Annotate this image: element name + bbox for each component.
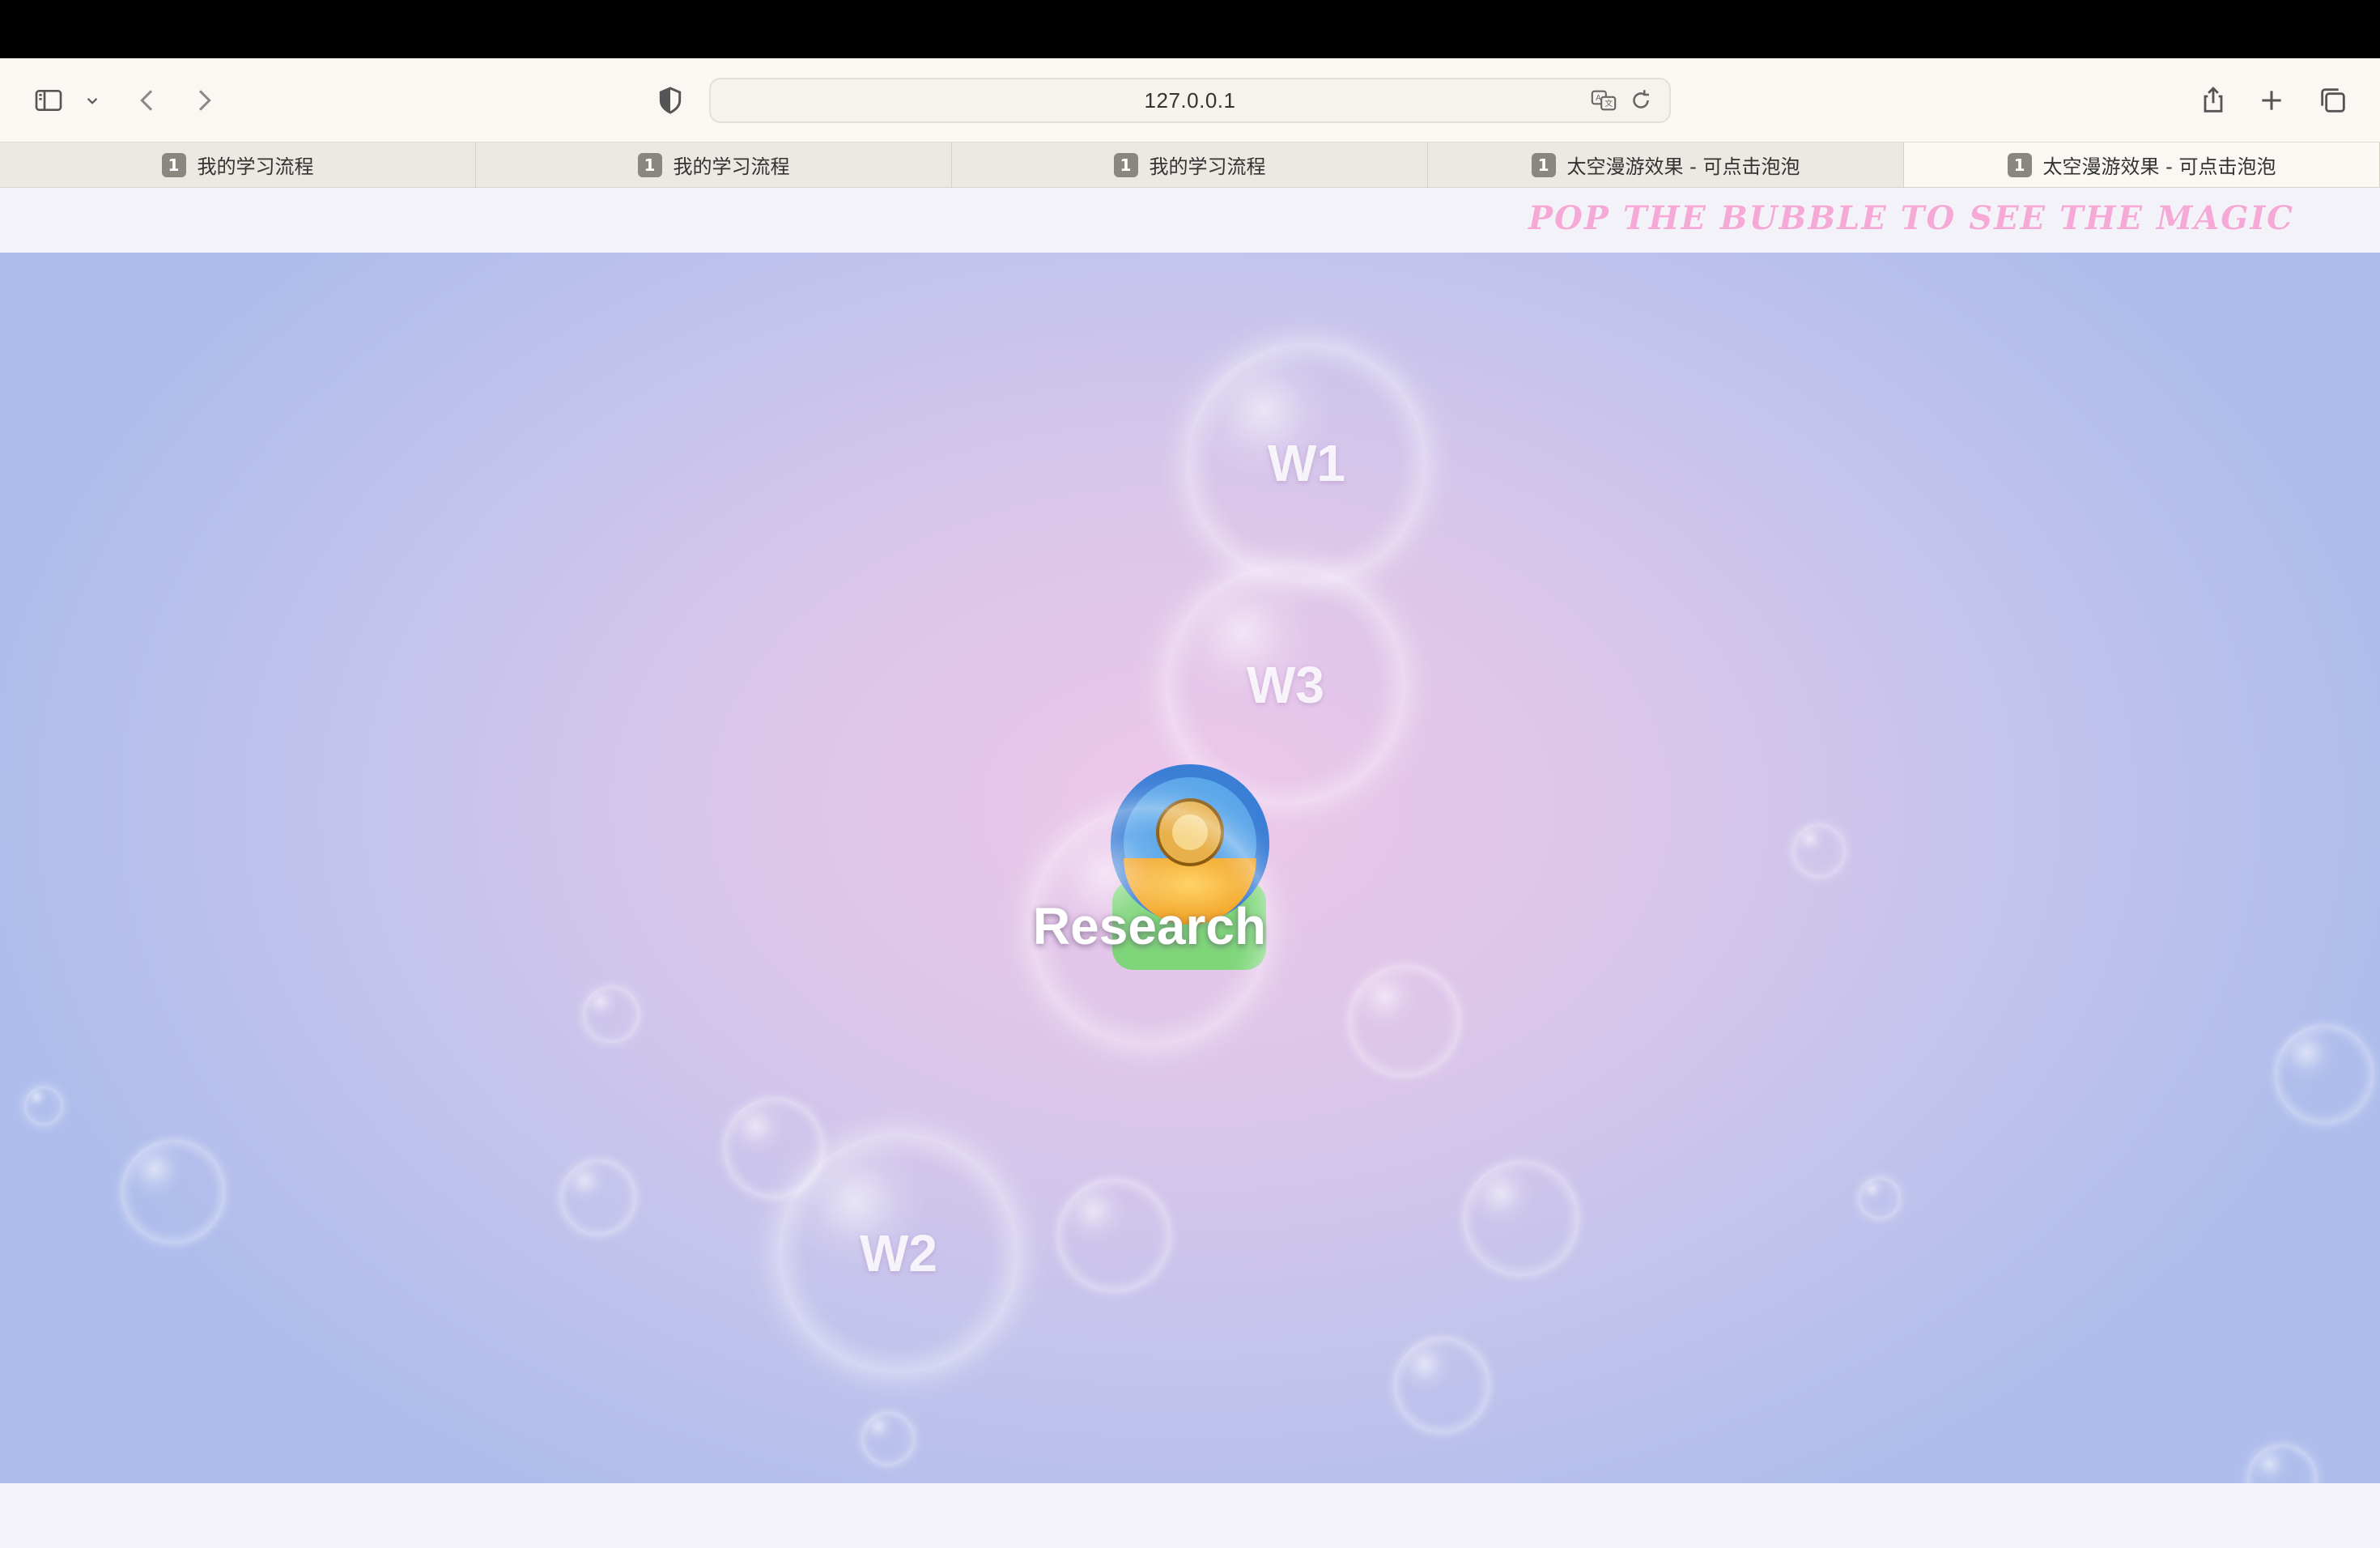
bubble-w2-label: W2 [860, 1224, 937, 1282]
tab-title: 我的学习流程 [1149, 155, 1266, 178]
page-header: POP THE BUBBLE TO SEE THE MAGIC [0, 188, 2380, 253]
tab-badge: 1 [637, 152, 662, 177]
small-bubble[interactable] [2275, 1025, 2374, 1124]
translate-icon[interactable]: A文 [1590, 87, 1617, 118]
share-icon[interactable] [2195, 83, 2231, 118]
tab-title: 太空漫游效果 - 可点击泡泡 [2042, 155, 2276, 178]
new-tab-icon[interactable] [2254, 83, 2289, 118]
svg-text:文: 文 [1604, 98, 1613, 108]
svg-text:A: A [1596, 94, 1601, 103]
tab-title: 我的学习流程 [197, 155, 314, 178]
small-bubble[interactable] [24, 1087, 63, 1125]
tab-bar: 1 我的学习流程 1 我的学习流程 1 我的学习流程 1 太空漫游效果 - 可点… [0, 142, 2380, 188]
small-bubble[interactable] [861, 1412, 915, 1465]
shield-icon[interactable] [652, 83, 688, 118]
bubble-w1[interactable]: W1 [1187, 343, 1426, 583]
small-bubble[interactable] [1792, 824, 1846, 878]
small-bubble[interactable] [2247, 1444, 2317, 1483]
bubble-research-label: Research [1032, 897, 1267, 955]
small-bubble[interactable] [1859, 1177, 1901, 1219]
tab-badge: 1 [1113, 152, 1138, 177]
small-bubble[interactable] [583, 986, 640, 1043]
tab-item[interactable]: 1 我的学习流程 [952, 142, 1428, 187]
bubble-w2[interactable]: W2 [779, 1133, 1018, 1373]
forward-icon[interactable] [186, 83, 222, 118]
tagline: POP THE BUBBLE TO SEE THE MAGIC [1528, 199, 2294, 237]
system-top-bar [0, 0, 2380, 58]
address-bar[interactable]: 127.0.0.1 A文 [709, 78, 1671, 123]
sidebar-icon[interactable] [31, 83, 66, 118]
reload-icon[interactable] [1627, 87, 1655, 118]
small-bubble[interactable] [1349, 965, 1460, 1077]
tab-title: 太空漫游效果 - 可点击泡泡 [1566, 155, 1800, 178]
tab-badge: 1 [1531, 152, 1556, 177]
tab-item[interactable]: 1 我的学习流程 [0, 142, 476, 187]
back-icon[interactable] [130, 83, 165, 118]
url-text[interactable]: 127.0.0.1 [1145, 88, 1236, 113]
tab-item[interactable]: 1 我的学习流程 [476, 142, 952, 187]
tab-title: 我的学习流程 [673, 155, 790, 178]
small-bubble[interactable] [1057, 1179, 1171, 1292]
small-bubble[interactable] [1464, 1161, 1579, 1276]
bubble-w1-label: W1 [1268, 434, 1345, 492]
small-bubble[interactable] [560, 1159, 636, 1235]
tab-badge: 1 [2007, 152, 2032, 177]
bubble-research[interactable]: Research [1030, 806, 1269, 1046]
browser-toolbar: 127.0.0.1 A文 [0, 58, 2380, 142]
small-bubble[interactable] [1394, 1337, 1490, 1433]
tab-badge: 1 [161, 152, 186, 177]
small-bubble[interactable] [121, 1140, 225, 1244]
page-footer [0, 1483, 2380, 1548]
tab-item-active[interactable]: 1 太空漫游效果 - 可点击泡泡 [1904, 142, 2380, 187]
chevron-down-icon[interactable] [76, 83, 108, 118]
tab-overview-icon[interactable] [2315, 83, 2351, 118]
tab-item[interactable]: 1 太空漫游效果 - 可点击泡泡 [1428, 142, 1904, 187]
bubble-stage[interactable]: W1 W3 Research W2 [0, 253, 2380, 1483]
